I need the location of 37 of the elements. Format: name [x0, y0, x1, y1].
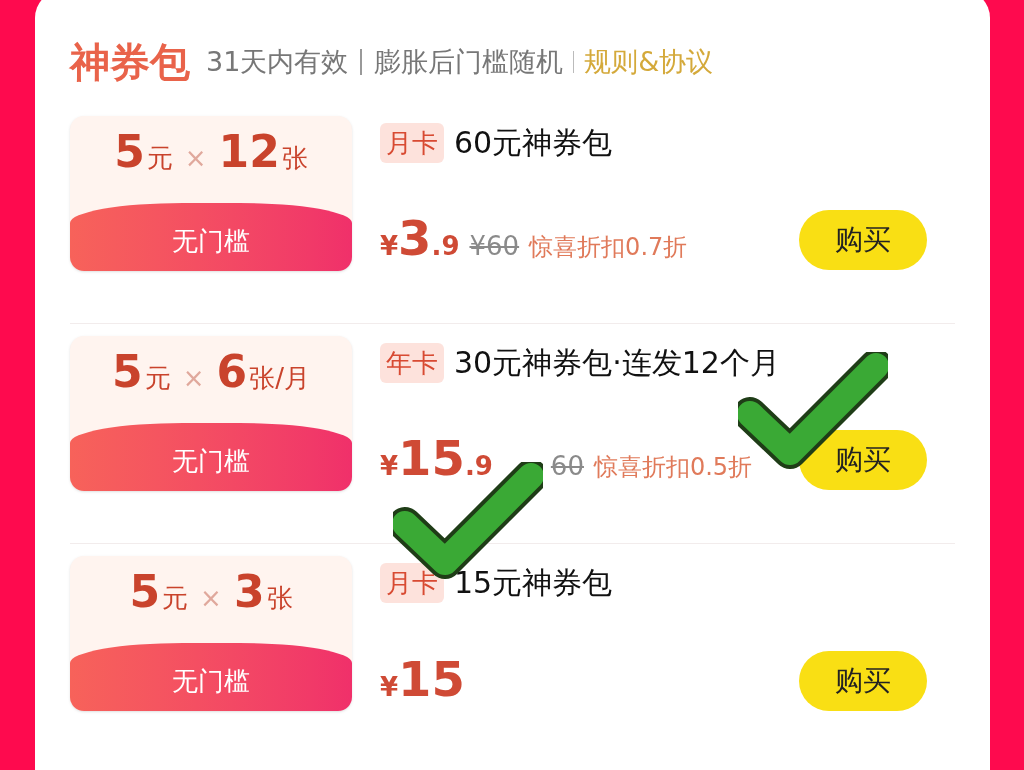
- discount-label: 惊喜折扣0.5折: [593, 452, 753, 483]
- coupon-unit: 张: [266, 582, 293, 615]
- panel-title: 神券包: [70, 38, 190, 87]
- price: ¥15.9: [380, 434, 493, 486]
- original-price: ¥60: [469, 230, 520, 263]
- package-title: 60元神券包: [454, 124, 613, 162]
- coupon-unit: 元: [144, 362, 171, 395]
- threshold-label: 无门槛: [172, 665, 250, 698]
- package-title: 15元神券包: [454, 564, 613, 602]
- multiply-sign: ×: [184, 142, 207, 175]
- card-type-tag: 年卡: [380, 342, 444, 383]
- coupon-amount: 5: [112, 350, 143, 394]
- discount-label: 惊喜折扣0.7折: [529, 232, 688, 263]
- buy-button[interactable]: 购买: [799, 430, 927, 490]
- buy-button[interactable]: 购买: [799, 651, 927, 711]
- card-type-tag: 月卡: [380, 562, 444, 603]
- price: ¥15: [380, 655, 465, 707]
- coupon-unit: 元: [162, 582, 189, 615]
- coupon-count: 3: [233, 570, 265, 614]
- multiply-sign: ×: [182, 362, 205, 395]
- coupon-amount: 5: [114, 130, 145, 174]
- buy-button[interactable]: 购买: [799, 210, 927, 270]
- threshold-label: 无门槛: [172, 225, 250, 258]
- multiply-sign: ×: [200, 582, 222, 615]
- price: ¥3.9: [380, 214, 460, 266]
- coupon-amount: 5: [129, 570, 161, 614]
- coupon-unit: 元: [146, 142, 173, 175]
- validity-note: 膨胀后门槛随机: [374, 44, 564, 79]
- validity-note: 31天内有效: [206, 44, 349, 79]
- coupon-unit: 张/月: [249, 362, 310, 395]
- original-price: 60: [550, 450, 584, 483]
- coupon-count: 6: [216, 350, 248, 394]
- coupon-unit: 张: [281, 142, 308, 175]
- coupon-count: 12: [218, 130, 280, 174]
- package-title: 30元神券包·连发12个月: [454, 344, 780, 382]
- threshold-label: 无门槛: [172, 445, 250, 478]
- card-type-tag: 月卡: [380, 122, 444, 163]
